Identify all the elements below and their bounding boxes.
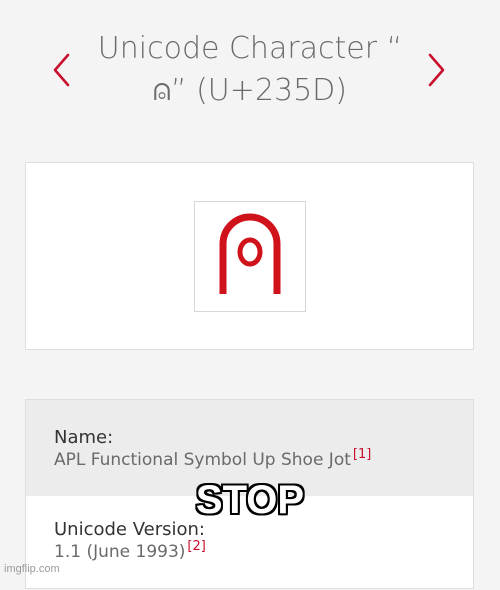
page-title: Unicode Character “ ⍝” (U+235D) xyxy=(95,28,405,112)
page-title-line-1: Unicode Character “ xyxy=(97,31,403,66)
watermark: imgflip.com xyxy=(4,563,60,575)
name-value: APL Functional Symbol Up Shoe Jot [1] xyxy=(54,447,371,470)
version-value: 1.1 (June 1993) [2] xyxy=(54,539,206,562)
meme-caption: STOP xyxy=(195,478,305,522)
name-reference-link[interactable]: [1] xyxy=(353,447,371,462)
name-label: Name: xyxy=(54,427,114,448)
chevron-left-icon xyxy=(53,53,70,87)
page-title-line-2: ⍝” (U+235D) xyxy=(153,73,347,108)
glyph-preview xyxy=(194,201,306,312)
version-value-text: 1.1 (June 1993) xyxy=(54,542,186,562)
next-character-button[interactable] xyxy=(424,50,450,90)
name-value-text: APL Functional Symbol Up Shoe Jot xyxy=(54,450,351,470)
previous-character-button[interactable] xyxy=(48,50,74,90)
up-shoe-jot-glyph xyxy=(219,213,281,294)
version-reference-link[interactable]: [2] xyxy=(187,539,205,554)
glyph-preview-card xyxy=(25,162,474,350)
chevron-right-icon xyxy=(428,53,445,87)
